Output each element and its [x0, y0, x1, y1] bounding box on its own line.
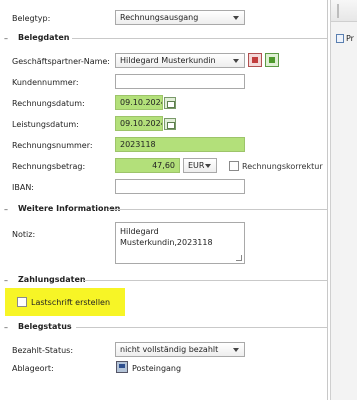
geschaeftspartner-label: Geschäftspartner-Name:	[12, 57, 110, 66]
side-panel-item-label: Pr	[346, 34, 354, 43]
rechnungsbetrag-input[interactable]: 47,60	[115, 158, 180, 173]
kundennummer-input[interactable]	[115, 74, 245, 89]
panel-splitter[interactable]	[337, 4, 339, 18]
rechnungsnummer-input[interactable]: 2023118	[115, 137, 245, 152]
ablageort-value[interactable]: Posteingang	[132, 364, 181, 373]
currency-select[interactable]: EUR	[183, 158, 217, 173]
side-panel-header	[331, 0, 357, 22]
collapse-icon: –	[4, 34, 8, 43]
partner-card-icon[interactable]	[248, 53, 262, 67]
collapse-icon: –	[4, 323, 8, 332]
lastschrift-checkbox[interactable]	[17, 297, 27, 307]
rechnungsdatum-input[interactable]: 09.10.2024	[115, 95, 163, 110]
collapse-icon: –	[4, 276, 8, 285]
lastschrift-label: Lastschrift erstellen	[31, 298, 111, 307]
notiz-label: Notiz:	[12, 230, 36, 239]
section-title: Weitere Informationen	[18, 204, 121, 213]
currency-value: EUR	[188, 161, 205, 170]
document-form-panel: Belegtyp: Rechnungsausgang – Belegdaten …	[0, 0, 328, 400]
section-title: Belegstatus	[18, 322, 72, 331]
resize-handle-icon[interactable]	[236, 255, 242, 261]
section-belegdaten[interactable]: – Belegdaten	[0, 31, 328, 45]
notiz-textarea[interactable]: Hildegard Musterkundin,2023118	[115, 222, 245, 264]
rechnungskorrektur-checkbox[interactable]	[229, 161, 239, 171]
section-divider	[76, 327, 328, 328]
rechnungskorrektur-label: Rechnungskorrektur	[242, 162, 323, 171]
belegtyp-label: Belegtyp:	[12, 14, 51, 23]
geschaeftspartner-select[interactable]: Hildegard Musterkundin	[115, 53, 245, 68]
bezahlt-status-value: nicht vollständig bezahlt	[120, 345, 219, 354]
section-divider	[72, 38, 328, 39]
section-divider	[84, 280, 328, 281]
kundennummer-label: Kundennummer:	[12, 78, 79, 87]
chevron-down-icon	[205, 164, 211, 168]
iban-input[interactable]	[115, 179, 245, 194]
section-weitere-informationen[interactable]: – Weitere Informationen	[0, 202, 328, 216]
ablageort-label: Ablageort:	[12, 364, 54, 373]
calendar-icon[interactable]	[164, 97, 176, 109]
leistungsdatum-label: Leistungsdatum:	[12, 120, 79, 129]
section-title: Belegdaten	[18, 33, 70, 42]
calendar-icon[interactable]	[164, 118, 176, 130]
chevron-down-icon	[233, 16, 239, 20]
document-icon	[336, 34, 344, 43]
section-title: Zahlungsdaten	[18, 275, 86, 284]
leistungsdatum-input[interactable]: 09.10.2024	[115, 116, 163, 131]
bezahlt-status-label: Bezahlt-Status:	[12, 346, 74, 355]
section-zahlungsdaten[interactable]: – Zahlungsdaten	[0, 273, 328, 287]
belegtyp-select[interactable]: Rechnungsausgang	[115, 10, 245, 25]
geschaeftspartner-value: Hildegard Musterkundin	[120, 56, 216, 65]
section-belegstatus[interactable]: – Belegstatus	[0, 320, 328, 334]
chevron-down-icon	[233, 59, 239, 63]
rechnungsdatum-label: Rechnungsdatum:	[12, 99, 85, 108]
iban-label: IBAN:	[12, 183, 34, 192]
section-divider	[108, 209, 328, 210]
chevron-down-icon	[233, 348, 239, 352]
side-panel-item[interactable]: Pr	[336, 34, 354, 43]
add-partner-icon[interactable]	[265, 53, 279, 67]
belegtyp-value: Rechnungsausgang	[120, 13, 199, 22]
collapse-icon: –	[4, 205, 8, 214]
inbox-icon	[116, 361, 128, 373]
bezahlt-status-select[interactable]: nicht vollständig bezahlt	[115, 342, 245, 357]
rechnungsnummer-label: Rechnungsnummer:	[12, 141, 93, 150]
side-panel: Pr	[330, 0, 357, 400]
notiz-value: Hildegard Musterkundin,2023118	[120, 227, 213, 247]
rechnungsbetrag-label: Rechnungsbetrag:	[12, 162, 86, 171]
